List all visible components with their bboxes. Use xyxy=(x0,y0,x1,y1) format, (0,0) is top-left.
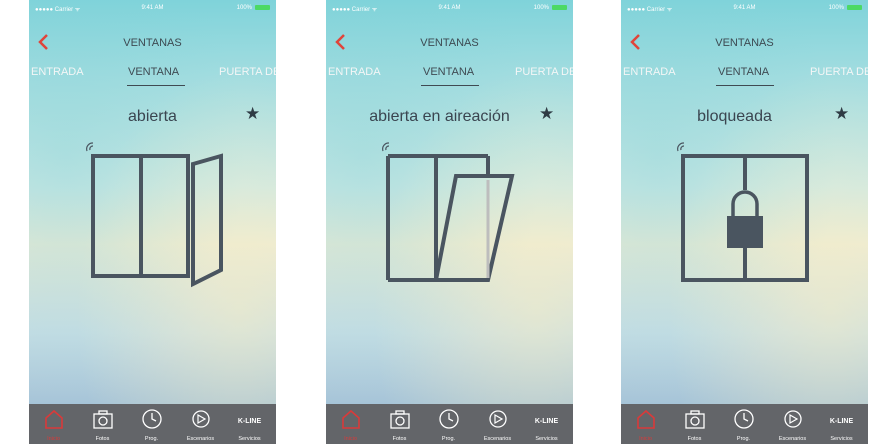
kline-logo: K-LINE xyxy=(534,418,559,425)
kline-logo: K-LINE xyxy=(829,418,854,425)
window-locked-illustration[interactable] xyxy=(621,130,868,310)
tab-servicios[interactable]: K-LINE Servicios xyxy=(225,404,274,444)
active-tab-indicator xyxy=(716,85,774,86)
fotos-label: Fotos xyxy=(392,436,407,442)
clock-icon xyxy=(438,409,459,429)
play-scene-icon xyxy=(191,410,210,428)
tab-servicios[interactable]: K-LINE Servicios xyxy=(522,404,571,444)
prog-label: Prog. xyxy=(736,436,751,442)
battery-icon xyxy=(552,5,567,10)
window-state-label: bloqueada xyxy=(697,108,772,125)
clock-icon xyxy=(141,409,162,429)
tab-entrada[interactable]: ENTRADA xyxy=(31,66,84,78)
tab-entrada[interactable]: ENTRADA xyxy=(328,66,381,78)
category-tabs: ENTRADA VENTANA PUERTA DE xyxy=(29,66,276,86)
camera-icon xyxy=(684,410,705,429)
tab-home[interactable]: Inicio xyxy=(621,404,670,444)
escenarios-label: Escenarios xyxy=(778,436,807,442)
tab-entrada[interactable]: ENTRADA xyxy=(623,66,676,78)
category-tabs: ENTRADA VENTANA PUERTA DE xyxy=(621,66,868,86)
battery-icon xyxy=(255,5,270,10)
bottom-tab-bar: Inicio Fotos Prog. Escenarios K-LINE Ser… xyxy=(326,404,573,444)
fotos-label: Fotos xyxy=(95,436,110,442)
battery-label: 100% xyxy=(236,5,252,11)
battery-icon xyxy=(847,5,862,10)
tab-home[interactable]: Inicio xyxy=(29,404,78,444)
status-bar: ●●●●● Carrier ᯤ 9:41 AM 100% xyxy=(326,0,573,16)
battery-label: 100% xyxy=(828,5,844,11)
play-scene-icon xyxy=(488,410,507,428)
window-state-label: abierta en aireación xyxy=(369,108,510,125)
status-bar: ●●●●● Carrier ᯤ 9:41 AM 100% xyxy=(621,0,868,16)
servicios-label: Servicios xyxy=(238,436,261,442)
favorite-star-icon[interactable]: ★ xyxy=(539,104,554,124)
tab-prog[interactable]: Prog. xyxy=(127,404,176,444)
window-open-illustration[interactable] xyxy=(29,130,276,310)
favorite-star-icon[interactable]: ★ xyxy=(834,104,849,124)
escenarios-label: Escenarios xyxy=(483,436,512,442)
prog-label: Prog. xyxy=(144,436,159,442)
prog-label: Prog. xyxy=(441,436,456,442)
window-tilt-illustration[interactable] xyxy=(326,130,573,310)
play-scene-icon xyxy=(783,410,802,428)
tab-escenarios[interactable]: Escenarios xyxy=(768,404,817,444)
fotos-label: Fotos xyxy=(687,436,702,442)
tab-servicios[interactable]: K-LINE Servicios xyxy=(817,404,866,444)
page-title: VENTANAS xyxy=(123,37,182,49)
tab-ventana[interactable]: VENTANA xyxy=(718,66,769,78)
home-icon xyxy=(341,409,360,429)
phone-screen-tilt: ●●●●● Carrier ᯤ 9:41 AM 100% VENTANAS EN… xyxy=(326,0,573,444)
tab-fotos[interactable]: Fotos xyxy=(670,404,719,444)
tab-home[interactable]: Inicio xyxy=(326,404,375,444)
active-tab-indicator xyxy=(421,85,479,86)
tab-prog[interactable]: Prog. xyxy=(424,404,473,444)
status-bar: ●●●●● Carrier ᯤ 9:41 AM 100% xyxy=(29,0,276,16)
tab-ventana[interactable]: VENTANA xyxy=(128,66,179,78)
page-title: VENTANAS xyxy=(420,37,479,49)
phone-screen-locked: ●●●●● Carrier ᯤ 9:41 AM 100% VENTANAS EN… xyxy=(621,0,868,444)
tab-prog[interactable]: Prog. xyxy=(719,404,768,444)
tab-puerta[interactable]: PUERTA DE xyxy=(810,66,868,78)
camera-icon xyxy=(92,410,113,429)
category-tabs: ENTRADA VENTANA PUERTA DE xyxy=(326,66,573,86)
tab-puerta[interactable]: PUERTA DE xyxy=(515,66,573,78)
clock-icon xyxy=(733,409,754,429)
servicios-label: Servicios xyxy=(535,436,558,442)
home-label: Inicio xyxy=(47,436,60,442)
home-label: Inicio xyxy=(344,436,357,442)
favorite-star-icon[interactable]: ★ xyxy=(245,104,260,124)
camera-icon xyxy=(389,410,410,429)
tab-ventana[interactable]: VENTANA xyxy=(423,66,474,78)
tab-escenarios[interactable]: Escenarios xyxy=(176,404,225,444)
tab-puerta[interactable]: PUERTA DE xyxy=(219,66,276,78)
servicios-label: Servicios xyxy=(830,436,853,442)
battery-label: 100% xyxy=(533,5,549,11)
nav-bar: VENTANAS xyxy=(621,30,868,56)
page-title: VENTANAS xyxy=(715,37,774,49)
bottom-tab-bar: Inicio Fotos Prog. Escenarios K-LINE Ser… xyxy=(29,404,276,444)
kline-logo: K-LINE xyxy=(237,418,262,425)
active-tab-indicator xyxy=(127,85,185,86)
nav-bar: VENTANAS xyxy=(29,30,276,56)
home-icon xyxy=(44,409,63,429)
bottom-tab-bar: Inicio Fotos Prog. Escenarios K-LINE Ser… xyxy=(621,404,868,444)
escenarios-label: Escenarios xyxy=(186,436,215,442)
home-icon xyxy=(636,409,655,429)
tab-escenarios[interactable]: Escenarios xyxy=(473,404,522,444)
nav-bar: VENTANAS xyxy=(326,30,573,56)
window-state-label: abierta xyxy=(128,108,177,125)
home-label: Inicio xyxy=(639,436,652,442)
tab-fotos[interactable]: Fotos xyxy=(375,404,424,444)
phone-screen-open: ●●●●● Carrier ᯤ 9:41 AM 100% VENTANAS EN… xyxy=(29,0,276,444)
tab-fotos[interactable]: Fotos xyxy=(78,404,127,444)
